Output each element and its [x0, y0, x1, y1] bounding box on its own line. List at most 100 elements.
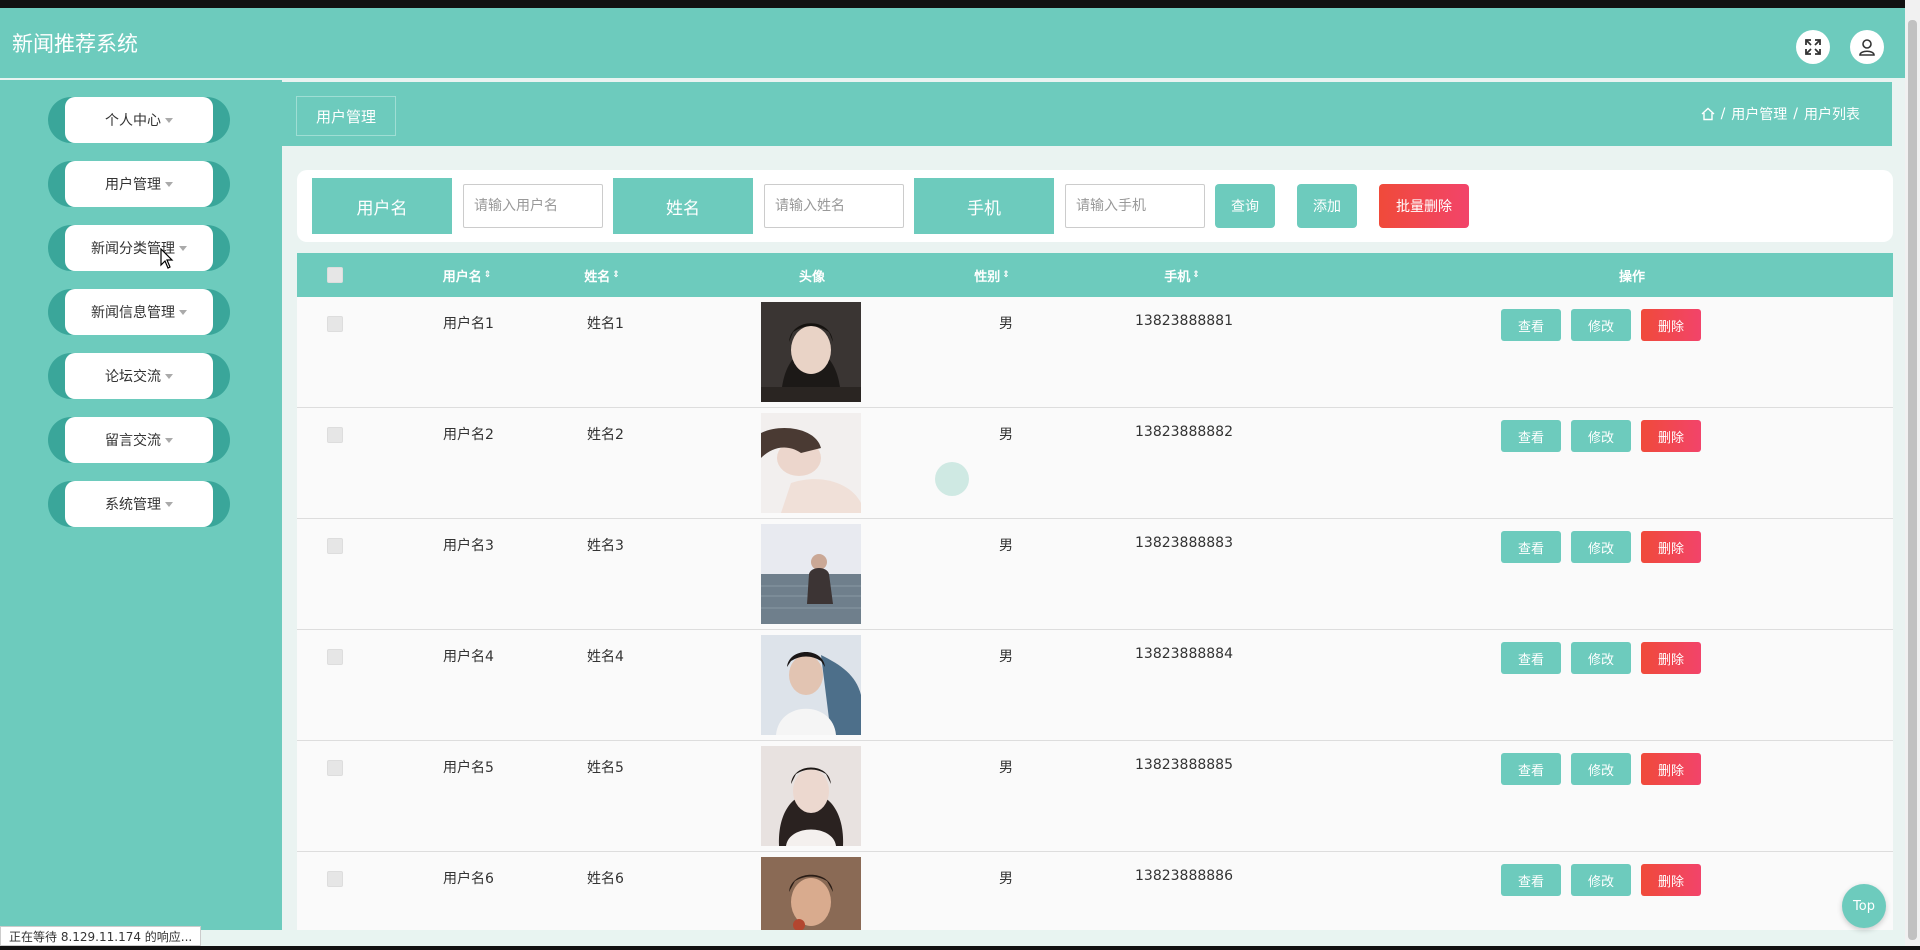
home-icon[interactable]	[1701, 107, 1715, 121]
sidebar-item-messages[interactable]: 留言交流	[48, 417, 230, 463]
name-label: 姓名	[613, 178, 753, 234]
loading-spinner	[935, 462, 969, 496]
th-avatar: 头像	[798, 269, 825, 285]
sort-icon: ⇕	[483, 269, 492, 280]
row-checkbox[interactable]	[327, 427, 343, 443]
sidebar-item-label: 论坛交流	[105, 369, 161, 385]
th-phone[interactable]: 手机 ⇕	[1147, 253, 1217, 297]
row-checkbox[interactable]	[327, 538, 343, 554]
view-button[interactable]: 查看	[1501, 309, 1561, 341]
sidebar-item-news-info[interactable]: 新闻信息管理	[48, 289, 230, 335]
delete-button[interactable]: 删除	[1641, 753, 1701, 785]
row-checkbox[interactable]	[327, 316, 343, 332]
table-row: 用户名6 姓名6 男 13823888886 查看 修改 删除	[297, 852, 1893, 930]
edit-button[interactable]: 修改	[1571, 753, 1631, 785]
edit-button[interactable]: 修改	[1571, 864, 1631, 896]
cell-phone: 13823888883	[1135, 535, 1233, 551]
avatar-image	[761, 857, 861, 930]
name-input[interactable]	[764, 184, 904, 228]
caret-down-icon	[165, 373, 173, 379]
avatar-image	[761, 635, 861, 735]
scrollbar-thumb[interactable]	[1908, 20, 1917, 940]
th-name[interactable]: 姓名 ⇕	[567, 253, 637, 297]
edit-button[interactable]: 修改	[1571, 420, 1631, 452]
cell-name: 姓名6	[587, 871, 624, 887]
delete-button[interactable]: 删除	[1641, 420, 1701, 452]
search-bar: 用户名 姓名 手机 查询 添加 批量删除	[297, 170, 1893, 242]
cell-gender: 男	[999, 316, 1013, 332]
batch-delete-button[interactable]: 批量删除	[1379, 184, 1469, 228]
delete-button[interactable]: 删除	[1641, 864, 1701, 896]
avatar-image	[761, 413, 861, 513]
avatar-image	[761, 746, 861, 846]
th-username[interactable]: 用户名 ⇕	[427, 253, 507, 297]
sidebar-item-label: 用户管理	[105, 177, 161, 193]
view-button[interactable]: 查看	[1501, 531, 1561, 563]
delete-button[interactable]: 删除	[1641, 642, 1701, 674]
page-header: 用户管理 / 用户管理 / 用户列表	[282, 82, 1892, 146]
row-checkbox[interactable]	[327, 871, 343, 887]
caret-down-icon	[165, 181, 173, 187]
sidebar-item-system[interactable]: 系统管理	[48, 481, 230, 527]
caret-down-icon	[179, 245, 187, 251]
view-button[interactable]: 查看	[1501, 753, 1561, 785]
user-icon[interactable]	[1850, 30, 1884, 64]
cell-gender: 男	[999, 538, 1013, 554]
page-title[interactable]: 用户管理	[296, 96, 396, 136]
edit-button[interactable]: 修改	[1571, 642, 1631, 674]
username-label: 用户名	[312, 178, 452, 234]
row-checkbox[interactable]	[327, 649, 343, 665]
top-bar: 新闻推荐系统	[0, 0, 1905, 78]
cell-gender: 男	[999, 871, 1013, 887]
select-all-checkbox[interactable]	[327, 267, 343, 283]
th-gender[interactable]: 性别 ⇕	[957, 253, 1027, 297]
cell-username: 用户名5	[443, 760, 494, 776]
edit-button[interactable]: 修改	[1571, 531, 1631, 563]
sidebar-item-forum[interactable]: 论坛交流	[48, 353, 230, 399]
cell-gender: 男	[999, 649, 1013, 665]
view-button[interactable]: 查看	[1501, 420, 1561, 452]
cell-username: 用户名3	[443, 538, 494, 554]
view-button[interactable]: 查看	[1501, 864, 1561, 896]
app-title: 新闻推荐系统	[12, 32, 138, 56]
delete-button[interactable]: 删除	[1641, 531, 1701, 563]
table-header: 用户名 ⇕ 姓名 ⇕ 头像 性别 ⇕ 手机 ⇕ 操作	[297, 253, 1893, 297]
breadcrumb-item: 用户列表	[1804, 107, 1860, 123]
view-button[interactable]: 查看	[1501, 642, 1561, 674]
sort-icon: ⇕	[1002, 269, 1010, 280]
back-to-top-button[interactable]: Top	[1842, 884, 1886, 928]
cell-name: 姓名5	[587, 760, 624, 776]
edit-button[interactable]: 修改	[1571, 309, 1631, 341]
sidebar-item-personal-center[interactable]: 个人中心	[48, 97, 230, 143]
sidebar-item-label: 留言交流	[105, 433, 161, 449]
avatar-image	[761, 524, 861, 624]
cell-phone: 13823888886	[1135, 868, 1233, 884]
avatar-image	[761, 302, 861, 402]
breadcrumb-item[interactable]: 用户管理	[1731, 104, 1787, 124]
th-actions: 操作	[1618, 269, 1645, 285]
phone-input[interactable]	[1065, 184, 1205, 228]
scrollbar[interactable]	[1905, 0, 1920, 950]
sidebar-item-label: 系统管理	[105, 497, 161, 513]
query-button[interactable]: 查询	[1215, 184, 1275, 228]
sidebar-item-news-category[interactable]: 新闻分类管理	[48, 225, 230, 271]
table-row: 用户名1 姓名1 男 13823888881 查看 修改 删除	[297, 297, 1893, 408]
row-checkbox[interactable]	[327, 760, 343, 776]
add-button[interactable]: 添加	[1297, 184, 1357, 228]
sidebar-item-label: 新闻信息管理	[91, 305, 175, 321]
sort-icon: ⇕	[1192, 269, 1200, 280]
fullscreen-icon[interactable]	[1796, 30, 1830, 64]
sort-icon: ⇕	[612, 269, 620, 280]
cell-phone: 13823888885	[1135, 757, 1233, 773]
cell-phone: 13823888881	[1135, 313, 1233, 329]
cell-name: 姓名2	[587, 427, 624, 443]
cell-name: 姓名1	[587, 316, 624, 332]
sidebar: 个人中心 用户管理 新闻分类管理 新闻信息管理 论坛交流 留言交流 系统管理	[0, 80, 282, 930]
delete-button[interactable]: 删除	[1641, 309, 1701, 341]
sidebar-item-user-management[interactable]: 用户管理	[48, 161, 230, 207]
username-input[interactable]	[463, 184, 603, 228]
cell-phone: 13823888884	[1135, 646, 1233, 662]
cell-username: 用户名4	[443, 649, 494, 665]
cell-phone: 13823888882	[1135, 424, 1233, 440]
cell-username: 用户名6	[443, 871, 494, 887]
